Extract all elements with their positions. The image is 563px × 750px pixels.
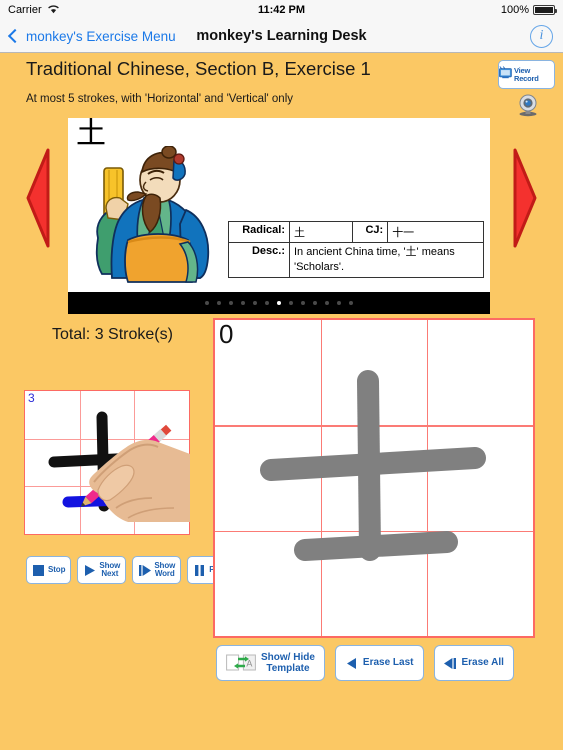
battery-percent-label: 100% bbox=[500, 4, 529, 16]
chinese-scholar-illustration bbox=[76, 145, 228, 299]
pause-bars-icon bbox=[195, 564, 205, 576]
show-hide-template-button[interactable]: A Show/ Hide Template bbox=[216, 645, 325, 681]
pager-dot[interactable] bbox=[289, 301, 293, 305]
show-next-button-label: Show Next bbox=[99, 560, 121, 578]
webcam-icon[interactable] bbox=[515, 93, 541, 117]
playback-controls: StopShowNextShowWordPause bbox=[26, 556, 239, 584]
radical-label: Radical: bbox=[228, 221, 290, 243]
show-hide-template-button-label: Show/ Hide Template bbox=[261, 651, 315, 674]
pager-dot[interactable] bbox=[313, 301, 317, 305]
table-row: Desc.: In ancient China time, '土' means … bbox=[228, 242, 484, 278]
desc-label: Desc.: bbox=[228, 242, 290, 278]
radical-value: 土 bbox=[288, 221, 354, 243]
erase-last-button-label: Erase Last bbox=[362, 657, 414, 669]
exercise-title: Traditional Chinese, Section B, Exercise… bbox=[26, 58, 371, 79]
tv-monitor-icon bbox=[499, 65, 512, 84]
writing-canvas[interactable]: 0 bbox=[213, 318, 535, 638]
stop-button[interactable]: Stop bbox=[26, 556, 72, 584]
pager-dot[interactable] bbox=[325, 301, 329, 305]
canvas-stroke-count: 0 bbox=[219, 319, 234, 349]
stop-square-icon bbox=[33, 564, 44, 576]
erase-all-button[interactable]: Erase All bbox=[433, 645, 514, 681]
pager-dot[interactable] bbox=[229, 301, 233, 305]
pager-dot[interactable] bbox=[217, 301, 221, 305]
show-word-button-label: Show Word bbox=[154, 560, 176, 578]
info-circle-icon: i bbox=[539, 28, 544, 43]
pager-dot[interactable] bbox=[241, 301, 245, 305]
character-info-table: Radical: 土 CJ: 十一 Desc.: In ancient Chin… bbox=[228, 221, 484, 278]
show-next-button[interactable]: Show Next bbox=[77, 556, 127, 584]
cj-label: CJ: bbox=[352, 221, 389, 243]
character-card: 土 Radical: 土 CJ: 十一 Desc.: In ancient Ch… bbox=[68, 118, 490, 314]
erase-all-button-label: Erase All bbox=[461, 657, 504, 669]
status-bar-time: 11:42 PM bbox=[257, 4, 306, 16]
pager-dot[interactable] bbox=[205, 301, 209, 305]
app-root: Carrier 11:42 PM 100% monkey's Exercise … bbox=[0, 0, 563, 750]
erase-last-button[interactable]: Erase Last bbox=[334, 645, 424, 681]
swap-template-icon: A bbox=[226, 654, 256, 671]
canvas-action-buttons: A Show/ Hide Template Erase Last Erase All bbox=[216, 645, 514, 681]
navigation-bar: monkey's Exercise Menu monkey's Learning… bbox=[0, 20, 563, 53]
card-pager[interactable] bbox=[68, 292, 490, 314]
stop-button-label: Stop bbox=[48, 564, 66, 574]
pager-dot[interactable] bbox=[265, 301, 269, 305]
skip-next-icon bbox=[139, 564, 152, 576]
cj-value: 十一 bbox=[387, 221, 484, 243]
desc-value: In ancient China time, '土' means 'Schola… bbox=[289, 242, 484, 278]
back-button[interactable]: monkey's Exercise Menu bbox=[7, 28, 176, 44]
total-strokes-label: Total: 3 Stroke(s) bbox=[52, 326, 173, 343]
view-record-label: View Record bbox=[514, 65, 539, 83]
next-character-button[interactable] bbox=[513, 148, 537, 253]
previous-character-button[interactable] bbox=[26, 148, 50, 253]
pager-dot[interactable] bbox=[349, 301, 353, 305]
status-bar: Carrier 11:42 PM 100% bbox=[0, 0, 563, 20]
pager-dot[interactable] bbox=[301, 301, 305, 305]
hand-with-pencil-photo bbox=[81, 424, 190, 522]
pager-dot[interactable] bbox=[337, 301, 341, 305]
pager-dot[interactable] bbox=[277, 301, 281, 305]
pager-dot[interactable] bbox=[253, 301, 257, 305]
step-back-icon bbox=[346, 657, 356, 669]
back-button-label: monkey's Exercise Menu bbox=[26, 28, 176, 44]
triangle-right-icon bbox=[513, 148, 537, 248]
card-character-glyph: 土 bbox=[76, 118, 106, 151]
exercise-subtitle: At most 5 strokes, with 'Horizontal' and… bbox=[26, 93, 294, 105]
carrier-label: Carrier bbox=[8, 4, 42, 16]
status-bar-right: 100% bbox=[500, 4, 557, 16]
info-button[interactable]: i bbox=[530, 24, 553, 48]
skip-back-icon bbox=[443, 657, 456, 669]
play-triangle-icon bbox=[85, 564, 96, 576]
user-stroke-drawing bbox=[260, 370, 486, 561]
chevron-left-icon bbox=[7, 28, 23, 44]
view-record-button[interactable]: View Record bbox=[498, 60, 555, 89]
show-word-button[interactable]: Show Word bbox=[132, 556, 182, 584]
wifi-icon bbox=[47, 4, 60, 17]
mini-grid-stroke-number: 3 bbox=[28, 391, 35, 405]
status-bar-left: Carrier bbox=[8, 4, 60, 17]
table-row: Radical: 土 CJ: 十一 bbox=[228, 221, 484, 243]
triangle-left-icon bbox=[26, 148, 50, 248]
battery-icon bbox=[533, 5, 557, 15]
template-preview-grid[interactable]: 3 bbox=[24, 390, 190, 535]
